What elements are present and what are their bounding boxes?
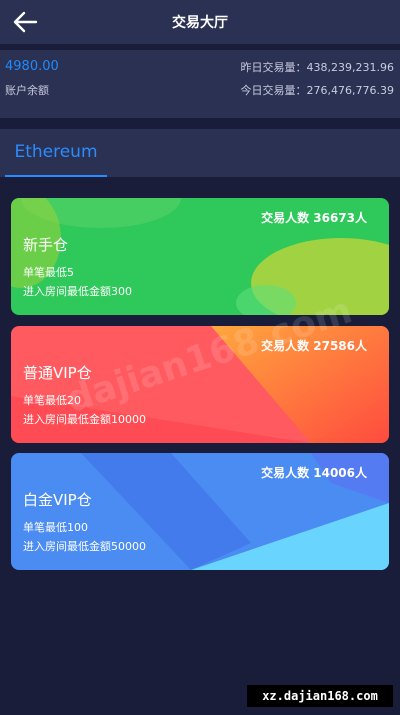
room-entry-min: 进入房间最低金额10000 (23, 413, 146, 426)
room-entry-min: 进入房间最低金额50000 (23, 540, 146, 553)
yesterday-volume: 昨日交易量：438,239,231.96 (240, 61, 394, 74)
room-card-beginner[interactable]: 交易人数 36673人 新手仓 单笔最低5 进入房间最低金额300 (11, 198, 389, 315)
room-name: 普通VIP仓 (23, 364, 92, 382)
market-tab-bar: Ethereum (0, 129, 400, 177)
room-trader-count: 交易人数 27586人 (261, 339, 367, 353)
room-card-platinum[interactable]: 交易人数 14006人 白金VIP仓 单笔最低100 进入房间最低金额50000 (11, 453, 389, 570)
account-balance-value: 4980.00 (5, 59, 59, 74)
room-name: 白金VIP仓 (23, 491, 92, 509)
room-trader-count: 交易人数 14006人 (261, 466, 367, 480)
site-url-badge: xz.dajian168.com (247, 685, 393, 707)
page-title: 交易大厅 (172, 15, 228, 31)
room-entry-min: 进入房间最低金额300 (23, 285, 132, 298)
room-min-bet: 单笔最低20 (23, 394, 81, 407)
room-min-bet: 单笔最低100 (23, 521, 88, 534)
today-volume: 今日交易量：276,476,776.39 (240, 84, 394, 97)
account-summary-panel: 4980.00 账户余额 昨日交易量：438,239,231.96 今日交易量：… (0, 50, 400, 118)
account-balance-label: 账户余额 (5, 84, 49, 97)
room-card-vip[interactable]: 交易人数 27586人 普通VIP仓 单笔最低20 进入房间最低金额10000 (11, 326, 389, 443)
tab-ethereum[interactable]: Ethereum (5, 129, 107, 177)
room-min-bet: 单笔最低5 (23, 266, 74, 279)
room-trader-count: 交易人数 36673人 (261, 211, 367, 225)
arrow-left-icon (13, 11, 38, 33)
top-nav-bar: 交易大厅 (0, 0, 400, 44)
back-button[interactable] (12, 10, 38, 34)
room-name: 新手仓 (23, 236, 69, 254)
